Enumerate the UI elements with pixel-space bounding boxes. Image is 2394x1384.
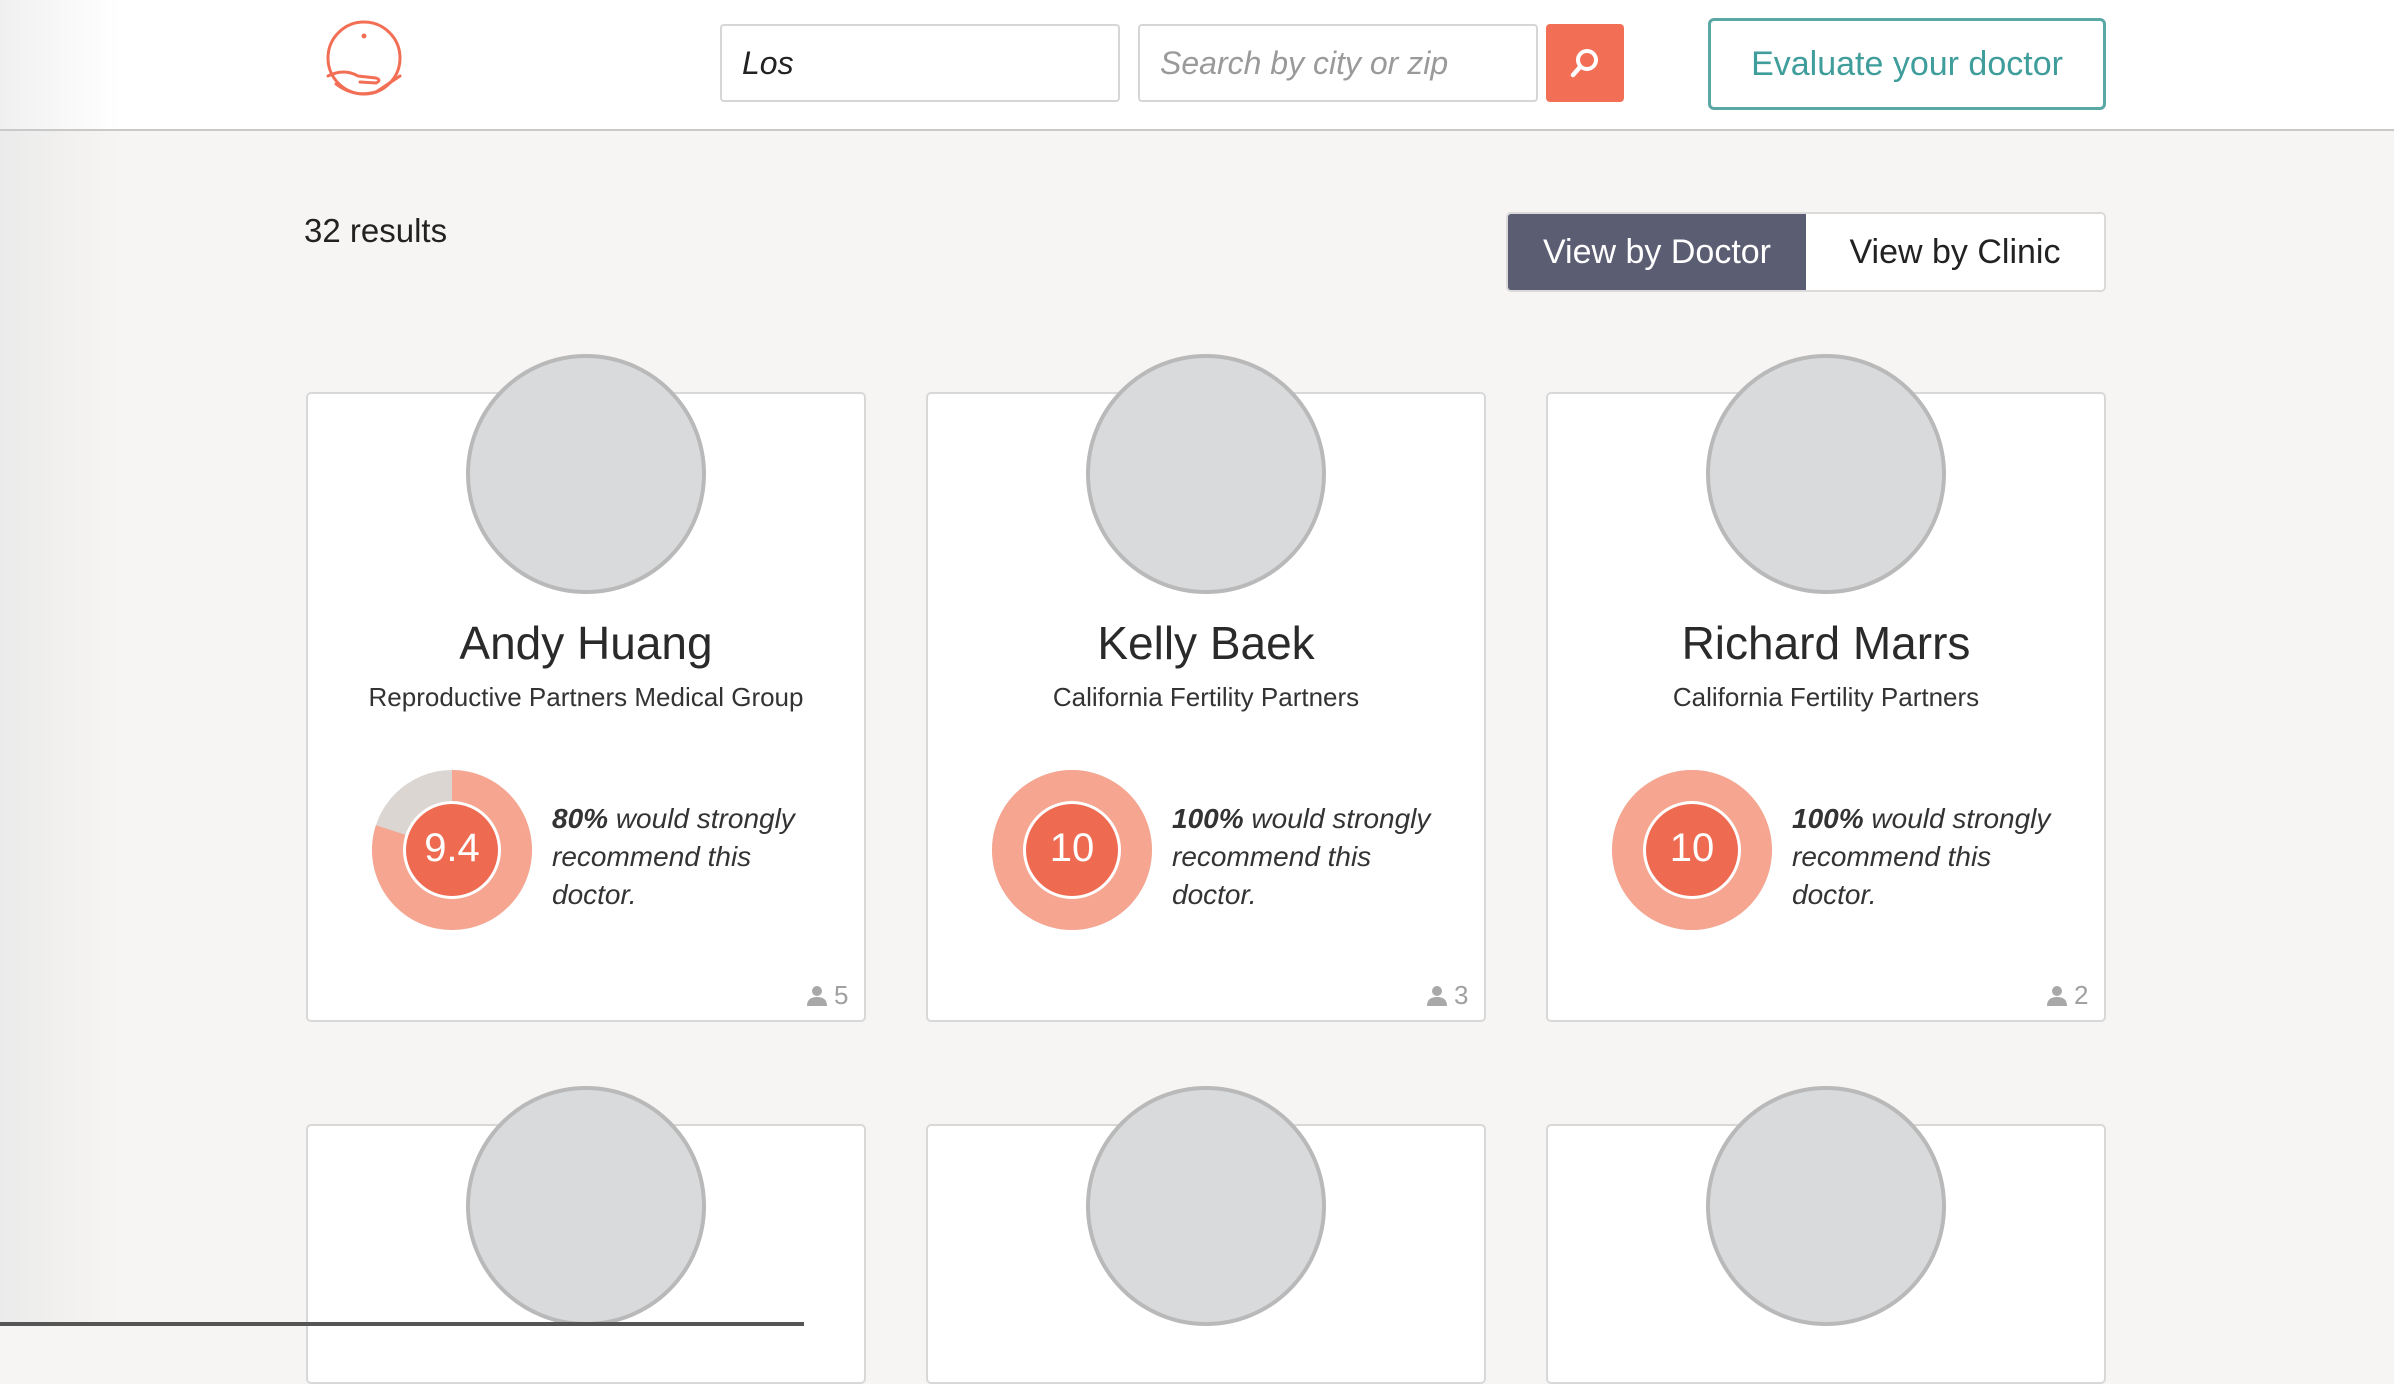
avatar[interactable] — [1086, 1086, 1326, 1326]
review-count: 5 — [806, 980, 848, 1011]
view-by-doctor-button[interactable]: View by Doctor — [1508, 214, 1806, 290]
view-toggle: View by Doctor View by Clinic — [1506, 212, 2106, 292]
doctor-clinic: California Fertility Partners — [1052, 682, 1360, 712]
recommend-percent: 80% — [552, 803, 609, 834]
doctor-clinic: Reproductive Partners Medical Group — [368, 682, 804, 712]
doctor-score: 10 — [1049, 826, 1095, 870]
avatar[interactable] — [1706, 1086, 1946, 1326]
doctor-score: 10 — [1669, 826, 1715, 870]
avatar[interactable] — [466, 1086, 706, 1326]
doctor-name[interactable]: Kelly Baek — [926, 616, 1486, 670]
doctor-score: 9.4 — [424, 826, 480, 870]
top-header: Evaluate your doctor — [0, 0, 2394, 131]
review-count-value: 3 — [1454, 980, 1469, 1010]
avatar[interactable] — [1086, 354, 1326, 594]
doctor-clinic: California Fertility Partners — [1672, 682, 1980, 712]
person-icon — [1427, 985, 1447, 1006]
evaluate-doctor-button[interactable]: Evaluate your doctor — [1708, 18, 2106, 110]
horizontal-scrollbar[interactable] — [0, 1322, 804, 1326]
review-count-value: 2 — [2074, 980, 2089, 1010]
avatar[interactable] — [466, 354, 706, 594]
recommend-text: 100% would strongly recommend this docto… — [1172, 800, 1432, 914]
person-icon — [807, 985, 827, 1006]
review-count: 2 — [2046, 980, 2088, 1011]
person-icon — [2047, 985, 2067, 1006]
doctor-name[interactable]: Andy Huang — [306, 616, 866, 670]
site-logo[interactable] — [314, 18, 414, 108]
recommend-percent: 100% — [1172, 803, 1244, 834]
page-left-shade — [0, 0, 120, 1326]
review-count: 3 — [1426, 980, 1468, 1011]
search-button[interactable] — [1546, 24, 1624, 102]
results-count: 32 results — [304, 212, 448, 249]
review-count-value: 5 — [834, 980, 849, 1010]
recommend-percent: 100% — [1792, 803, 1864, 834]
search-icon — [1570, 49, 1598, 78]
avatar[interactable] — [1706, 354, 1946, 594]
view-by-clinic-button[interactable]: View by Clinic — [1806, 214, 2104, 290]
recommend-text: 100% would strongly recommend this docto… — [1792, 800, 2052, 914]
doctor-name[interactable]: Richard Marrs — [1546, 616, 2106, 670]
doctor-search-input[interactable] — [720, 24, 1120, 102]
location-search-input[interactable] — [1138, 24, 1538, 102]
recommend-text: 80% would strongly recommend this doctor… — [552, 800, 812, 914]
